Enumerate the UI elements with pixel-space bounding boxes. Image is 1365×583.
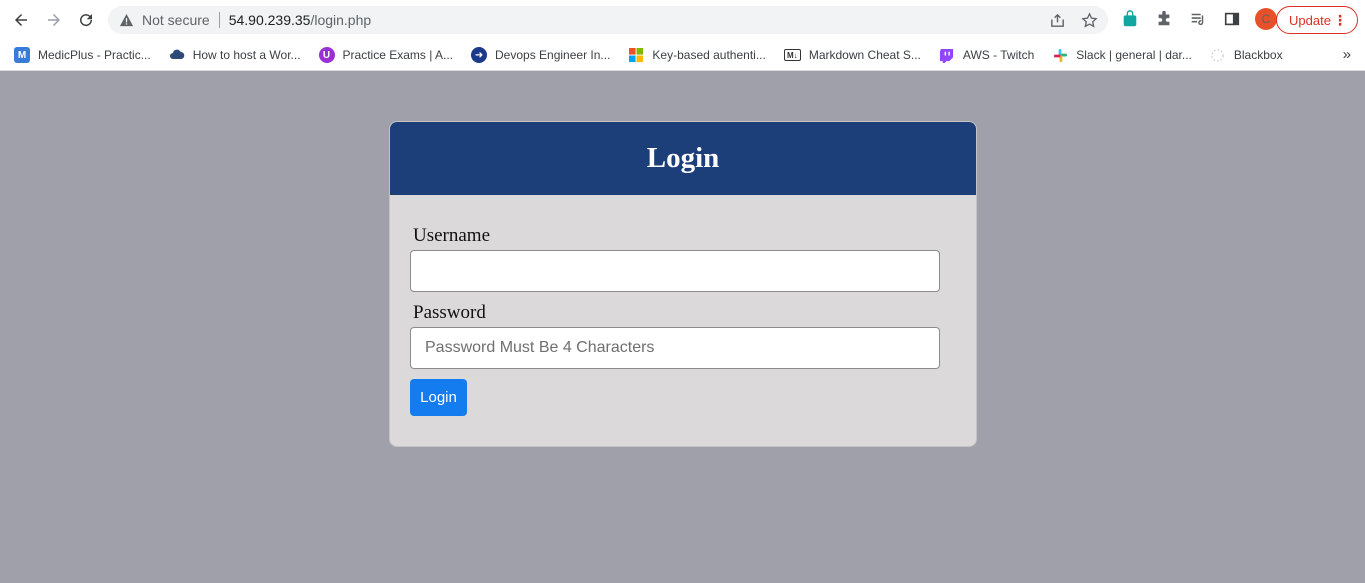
profile-avatar[interactable]: C <box>1255 8 1277 30</box>
microsoft-icon <box>628 47 644 63</box>
reload-icon[interactable] <box>74 8 98 32</box>
update-button[interactable]: Update ⋮ <box>1276 6 1358 34</box>
update-label: Update <box>1289 12 1331 28</box>
bookmark-label: Markdown Cheat S... <box>808 48 921 62</box>
markdown-icon: M↓ <box>783 49 801 61</box>
url-path[interactable]: /login.php <box>310 12 371 28</box>
cloud-icon <box>169 47 185 63</box>
bookmark-label: Practice Exams | A... <box>342 48 454 62</box>
bookmark-star-icon[interactable] <box>1080 11 1098 29</box>
bookmarks-bar: M MedicPlus - Practic... How to host a W… <box>0 40 1365 71</box>
security-label[interactable]: Not secure <box>142 12 210 28</box>
slack-icon <box>1052 47 1068 63</box>
medicplus-icon: M <box>14 47 30 63</box>
blackbox-icon <box>1210 47 1226 63</box>
extensions-puzzle-icon[interactable] <box>1153 8 1175 30</box>
bookmark-item[interactable]: How to host a Wor... <box>169 47 301 63</box>
bookmark-item[interactable]: Blackbox <box>1210 47 1283 63</box>
devops-icon: ➜ <box>471 47 488 63</box>
login-button[interactable]: Login <box>410 379 467 416</box>
bookmark-label: Slack | general | dar... <box>1076 48 1192 62</box>
bookmark-label: Devops Engineer In... <box>495 48 611 62</box>
warning-icon[interactable] <box>118 12 134 28</box>
url-host[interactable]: 54.90.239.35 <box>229 12 311 28</box>
more-menu-icon[interactable]: ⋮ <box>1333 13 1347 27</box>
bookmark-label: Blackbox <box>1233 48 1283 62</box>
address-bar[interactable]: Not secure 54.90.239.35/login.php <box>108 6 1108 34</box>
bookmark-item[interactable]: U Practice Exams | A... <box>318 47 454 63</box>
bookmark-label: MedicPlus - Practic... <box>38 48 151 62</box>
bookmark-label: Key-based authenti... <box>652 48 766 62</box>
password-label: Password <box>413 302 486 323</box>
omnibox-separator <box>218 12 220 28</box>
shopping-extension-icon[interactable] <box>1119 8 1141 30</box>
bookmark-label: How to host a Wor... <box>192 48 301 62</box>
password-input[interactable] <box>410 327 940 369</box>
practice-exams-icon: U <box>318 47 335 63</box>
bookmark-item[interactable]: ➜ Devops Engineer In... <box>471 47 610 63</box>
bookmark-item[interactable]: Slack | general | dar... <box>1052 47 1192 63</box>
bookmark-label: AWS - Twitch <box>962 48 1035 62</box>
side-panel-icon[interactable] <box>1221 8 1243 30</box>
login-card: Login Username Password Login <box>389 121 977 447</box>
bookmarks-overflow-icon[interactable]: » <box>1343 46 1351 63</box>
login-title: Login <box>646 142 720 174</box>
username-label: Username <box>413 225 491 246</box>
login-form: Username Password Login <box>390 195 976 416</box>
reading-list-icon[interactable] <box>1187 8 1209 30</box>
username-input[interactable] <box>410 250 940 292</box>
share-icon[interactable] <box>1048 11 1066 29</box>
bookmark-item[interactable]: AWS - Twitch <box>939 47 1034 63</box>
login-header: Login <box>390 122 976 195</box>
back-icon[interactable] <box>9 8 33 32</box>
forward-icon[interactable] <box>42 8 66 32</box>
bookmark-item[interactable]: M↓ Markdown Cheat S... <box>783 48 921 62</box>
bookmark-item[interactable]: Key-based authenti... <box>628 47 766 63</box>
twitch-icon <box>939 47 955 63</box>
bookmark-item[interactable]: M MedicPlus - Practic... <box>14 47 151 63</box>
browser-toolbar: Not secure 54.90.239.35/login.php C Upda… <box>0 0 1365 40</box>
